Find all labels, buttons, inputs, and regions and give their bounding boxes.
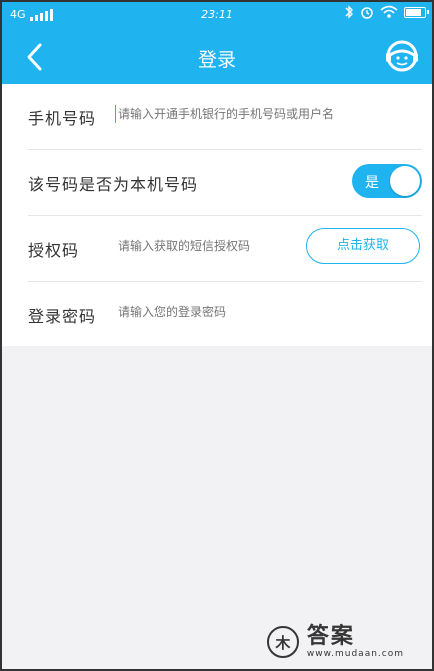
password-input[interactable] (118, 305, 408, 319)
watermark-logo: 木 (266, 626, 299, 658)
wifi-icon (380, 5, 398, 18)
own-number-label: 该号码是否为本机号码 (28, 175, 199, 194)
status-right (344, 5, 429, 19)
password-row: 登录密码 (2, 282, 432, 348)
phone-input[interactable] (118, 107, 418, 121)
auth-code-label: 授权码 (28, 241, 80, 260)
page-title: 登录 (197, 49, 236, 71)
watermark-url: www.mudaan.com (306, 649, 404, 659)
nav-bar: 登录 (0, 30, 434, 84)
own-number-toggle[interactable]: 是 (352, 164, 422, 198)
watermark: 木 答案 www.mudaan.com (266, 624, 404, 660)
own-number-row: 该号码是否为本机号码 是 (2, 150, 432, 216)
get-code-button[interactable]: 点击获取 (306, 228, 420, 264)
auth-code-row: 授权码 点击获取 (2, 216, 432, 282)
login-form: 手机号码 该号码是否为本机号码 是 授权码 点击获取 登录密码 (2, 84, 432, 346)
password-label: 登录密码 (28, 307, 97, 326)
toggle-knob (390, 166, 420, 196)
customer-service-icon[interactable] (384, 38, 420, 74)
bluetooth-icon (345, 5, 353, 19)
watermark-text: 答案 www.mudaan.com (306, 624, 404, 660)
toggle-text: 是 (365, 175, 379, 191)
alarm-icon (361, 7, 373, 19)
phone-label: 手机号码 (28, 109, 97, 128)
auth-code-input[interactable] (118, 239, 288, 253)
watermark-title: 答案 (306, 624, 355, 649)
status-bar: 4G 23:11 (0, 0, 434, 30)
battery-icon (404, 6, 429, 18)
phone-row: 手机号码 (2, 84, 432, 150)
text-cursor (115, 105, 116, 123)
